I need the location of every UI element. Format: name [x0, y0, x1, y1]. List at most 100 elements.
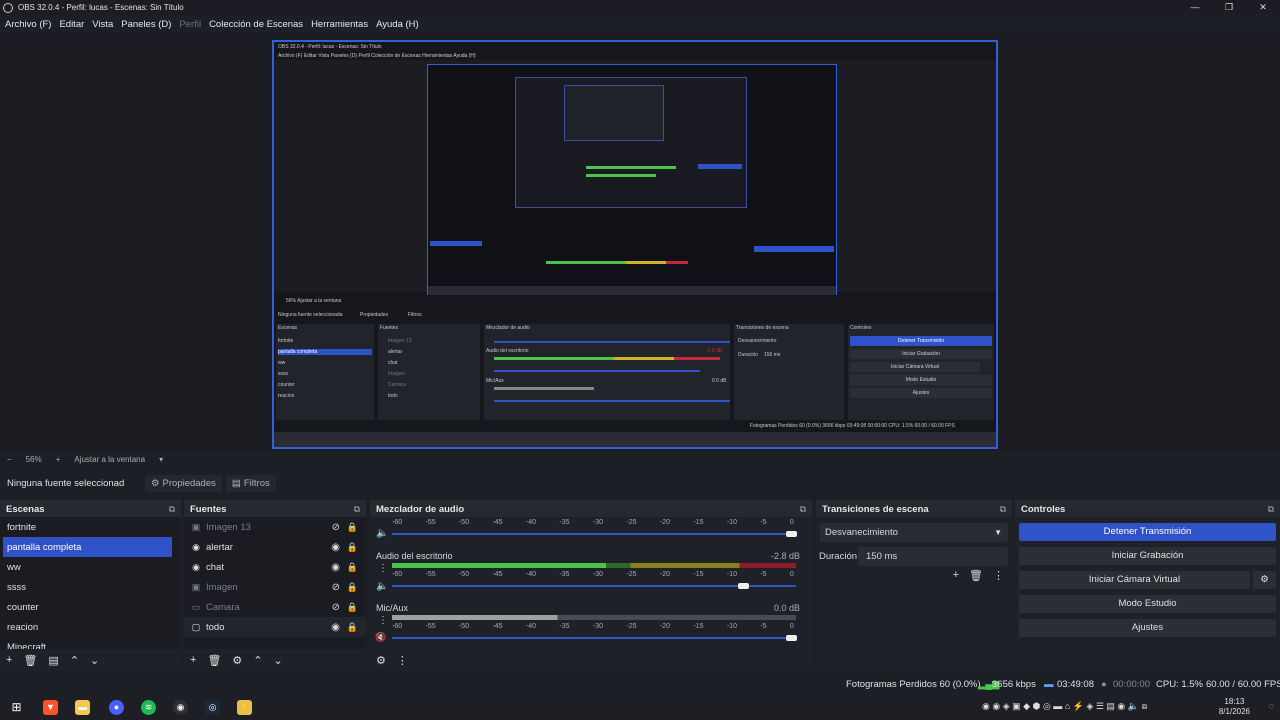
notification-icon[interactable]: ◌ [1269, 701, 1274, 711]
scene-item[interactable]: counter [0, 597, 181, 617]
volume-knob[interactable] [786, 635, 797, 641]
fit-window-button[interactable]: Ajustar a la ventana [74, 455, 145, 464]
brave-browser-icon[interactable]: ▼ [43, 700, 58, 715]
volume-slider[interactable] [392, 531, 797, 537]
menu-vista[interactable]: Vista [92, 19, 113, 30]
scene-item[interactable]: ssss [0, 577, 181, 597]
undock-icon[interactable]: ⧉ [1268, 504, 1274, 515]
undock-icon[interactable]: ⧉ [1000, 504, 1006, 515]
scene-item[interactable]: Minecraft [0, 637, 181, 650]
app-icon[interactable]: ⚡ [237, 700, 252, 715]
remove-scene-icon[interactable]: 🗑 [23, 654, 37, 667]
hidden-eye-icon[interactable]: ⊘ [332, 602, 340, 613]
menu-herramientas[interactable]: Herramientas [311, 19, 368, 30]
mixer-menu-icon[interactable]: ⋮ [397, 654, 408, 667]
source-item[interactable]: ◉ chat ◉ 🔒 [184, 557, 366, 577]
source-item[interactable]: ▣ Imagen 13 ⊘ 🔒 [184, 517, 366, 537]
volume-slider[interactable] [392, 583, 796, 589]
zoom-in-button[interactable]: + [56, 455, 61, 464]
muted-speaker-icon[interactable]: 🔇 [375, 632, 386, 643]
menu-perfil[interactable]: Perfil [179, 19, 201, 30]
volume-knob[interactable] [738, 583, 749, 589]
nested-capture-inner [515, 77, 747, 208]
undock-icon[interactable]: ⧉ [169, 504, 175, 515]
maximize-button[interactable]: ❐ [1212, 0, 1246, 15]
steam-icon[interactable]: ◎ [205, 700, 220, 715]
window-title: OBS 32.0.4 - Perfil: lucas - Escenas: Si… [18, 3, 184, 12]
lock-icon[interactable]: 🔒 [347, 622, 358, 633]
transition-menu-icon[interactable]: ⋮ [993, 569, 1004, 582]
remove-transition-icon[interactable]: 🗑 [969, 569, 983, 582]
zoom-out-button[interactable]: − [7, 455, 12, 464]
file-explorer-icon[interactable]: ▬ [75, 700, 90, 715]
add-source-icon[interactable]: + [190, 654, 196, 666]
chrome-icon[interactable]: ● [109, 700, 124, 715]
menu-editar[interactable]: Editar [59, 19, 84, 30]
eye-icon[interactable]: ◉ [331, 622, 340, 633]
more-icon[interactable]: ⋮ [378, 615, 388, 626]
properties-button[interactable]: ⚙ Propiedades [145, 474, 222, 492]
spotify-icon[interactable]: ≋ [141, 700, 156, 715]
preview-area[interactable]: OBS 32.0.4 - Perfil: lucas - Escenas: Si… [0, 33, 1280, 451]
menu-paneles[interactable]: Paneles (D) [121, 19, 171, 30]
scene-item[interactable]: reacion [0, 617, 181, 637]
remove-source-icon[interactable]: 🗑 [207, 654, 221, 667]
source-item[interactable]: ▢ todo ◉ 🔒 [184, 617, 366, 637]
tick-label: -50 [458, 623, 470, 630]
volume-knob[interactable] [786, 531, 797, 537]
obs-logo-icon [3, 2, 13, 13]
close-button[interactable]: ✕ [1246, 0, 1280, 15]
transition-select[interactable]: Desvanecimiento ▼ [820, 523, 1008, 542]
speaker-icon[interactable]: 🔈 [376, 528, 388, 539]
move-down-icon[interactable]: ⌄ [90, 654, 99, 667]
move-up-icon[interactable]: ⌃ [253, 654, 262, 667]
source-item[interactable]: ◉ alertar ◉ 🔒 [184, 537, 366, 557]
menu-archivo[interactable]: Archivo (F) [5, 19, 51, 30]
lock-icon[interactable]: 🔒 [347, 602, 358, 613]
add-transition-icon[interactable]: + [953, 569, 959, 582]
volume-slider[interactable] [392, 635, 797, 641]
tray-icons[interactable]: ◉ ◉ ◈ ▣ ◆ ⬢ ◎ ▬ ⌂ ⚡ ◈ ☰ ▤ ◉ 🔈 ⧈ [982, 701, 1147, 712]
undock-icon[interactable]: ⧉ [800, 504, 806, 515]
menu-ayuda[interactable]: Ayuda (H) [376, 19, 419, 30]
settings-button[interactable]: Ajustes [1019, 619, 1276, 637]
lock-icon[interactable]: 🔒 [347, 562, 358, 573]
eye-icon[interactable]: ◉ [331, 542, 340, 553]
hidden-eye-icon[interactable]: ⊘ [332, 582, 340, 593]
more-icon[interactable]: ⋮ [378, 563, 388, 574]
start-recording-button[interactable]: Iniciar Grabación [1019, 547, 1276, 565]
undock-icon[interactable]: ⧉ [354, 504, 360, 515]
source-properties-icon[interactable]: ⚙ [232, 654, 242, 667]
move-down-icon[interactable]: ⌄ [274, 654, 283, 667]
source-item[interactable]: ▣ Imagen ⊘ 🔒 [184, 577, 366, 597]
stop-streaming-button[interactable]: Detener Transmisión [1019, 523, 1276, 541]
start-virtual-camera-button[interactable]: Iniciar Cámara Virtual [1019, 571, 1250, 589]
eye-icon[interactable]: ◉ [331, 562, 340, 573]
advanced-audio-icon[interactable]: ⚙ [376, 654, 386, 667]
lock-icon[interactable]: 🔒 [347, 582, 358, 593]
studio-mode-button[interactable]: Modo Estudio [1019, 595, 1276, 613]
add-scene-icon[interactable]: + [6, 654, 12, 666]
clock[interactable]: 18:13 8/1/2026 [1219, 697, 1250, 717]
move-up-icon[interactable]: ⌃ [70, 654, 79, 667]
scene-item-selected[interactable]: pantalla completa [3, 537, 172, 557]
lock-icon[interactable]: 🔒 [347, 522, 358, 533]
scene-item[interactable]: ww [0, 557, 181, 577]
sources-list[interactable]: ▣ Imagen 13 ⊘ 🔒 ◉ alertar ◉ 🔒 ◉ chat ◉ 🔒… [184, 517, 366, 649]
preview-canvas[interactable]: OBS 32.0.4 - Perfil: lucas - Escenas: Si… [272, 40, 998, 449]
minimize-button[interactable]: — [1178, 0, 1212, 15]
scenes-list[interactable]: fortnite pantalla completa ww ssss count… [0, 517, 181, 649]
zoom-dropdown-icon[interactable]: ▾ [159, 455, 163, 464]
hidden-eye-icon[interactable]: ⊘ [332, 522, 340, 533]
menu-coleccion-escenas[interactable]: Colección de Escenas [209, 19, 303, 30]
speaker-icon[interactable]: 🔈 [376, 581, 388, 592]
duration-input[interactable]: 150 ms [858, 547, 1008, 566]
source-item[interactable]: ▭ Camara ⊘ 🔒 [184, 597, 366, 617]
windows-start-icon[interactable]: ⊞ [9, 700, 24, 715]
scene-filters-icon[interactable]: ▤ [48, 654, 58, 667]
scene-item[interactable]: fortnite [0, 517, 181, 537]
lock-icon[interactable]: 🔒 [347, 542, 358, 553]
filters-button[interactable]: ▤ Filtros [225, 474, 276, 492]
virtual-camera-settings-button[interactable]: ⚙ [1253, 571, 1276, 589]
obs-icon[interactable]: ◉ [173, 700, 188, 715]
